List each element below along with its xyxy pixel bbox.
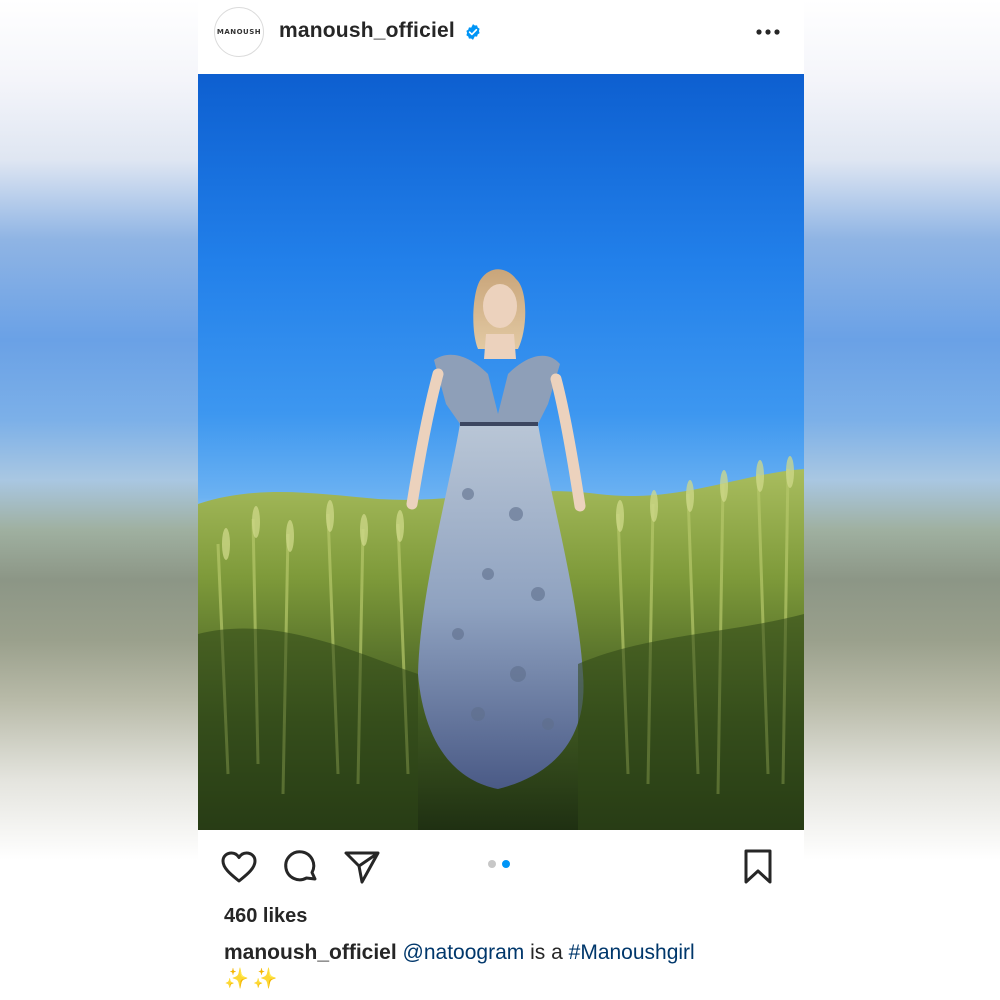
sparkles-emoji: ✨✨ xyxy=(224,968,282,990)
bookmark-icon[interactable] xyxy=(742,848,774,886)
comment-icon[interactable] xyxy=(283,849,319,885)
caption-mention[interactable]: @natoogram xyxy=(403,941,525,964)
likes-count[interactable]: 460 likes xyxy=(224,905,307,928)
carousel-indicator xyxy=(488,860,510,868)
post-username[interactable]: manoush_officiel xyxy=(279,19,455,43)
avatar[interactable]: MANOUSH xyxy=(214,7,264,57)
send-icon[interactable] xyxy=(343,849,381,885)
post-card: MANOUSH manoush_officiel 460 likes manou… xyxy=(198,0,804,1000)
heart-icon[interactable] xyxy=(220,850,258,884)
photo-illustration xyxy=(198,269,804,830)
caption-hashtag[interactable]: #Manoushgirl xyxy=(569,941,695,964)
caption-text: is a xyxy=(530,941,563,964)
post-caption: manoush_officiel @natoogram is a #Manous… xyxy=(224,940,784,966)
caption-username[interactable]: manoush_officiel xyxy=(224,941,397,964)
action-bar xyxy=(198,830,804,902)
verified-badge-icon xyxy=(466,24,480,40)
more-horizontal-icon[interactable] xyxy=(754,18,782,46)
carousel-dot[interactable] xyxy=(488,860,496,868)
carousel-dot-active[interactable] xyxy=(502,860,510,868)
post-header: MANOUSH manoush_officiel xyxy=(198,0,804,74)
post-photo[interactable] xyxy=(198,74,804,830)
